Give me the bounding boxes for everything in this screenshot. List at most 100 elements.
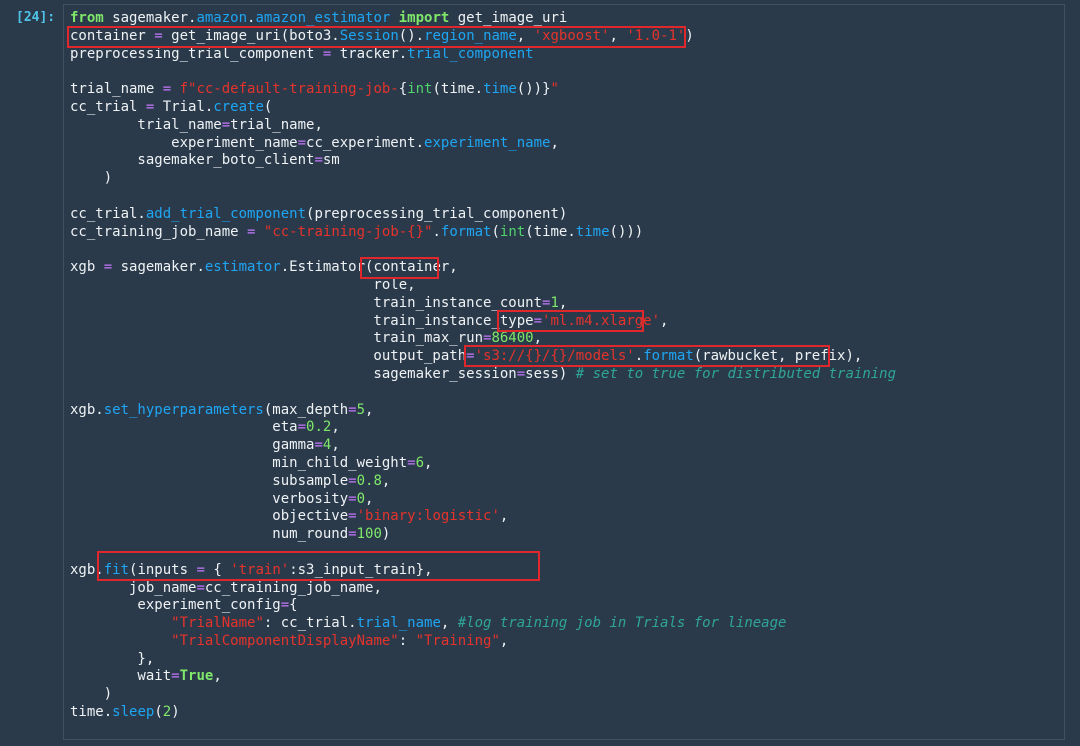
code-line: ) xyxy=(70,686,896,704)
code-token: ( xyxy=(491,223,500,240)
code-token: , xyxy=(558,294,568,311)
code-token: cc_trial xyxy=(70,98,146,115)
code-token: amazon xyxy=(196,10,248,26)
code-token: , xyxy=(365,401,374,418)
code-line: xgb.set_hyperparameters(max_depth=5, xyxy=(70,402,896,420)
notebook-page: { "cell": { "prompt": "[24]:", "lines": … xyxy=(0,0,1080,746)
code-token: int xyxy=(407,81,433,98)
code-token: , xyxy=(331,437,340,454)
code-token: time xyxy=(483,81,517,98)
code-token: = xyxy=(314,152,323,169)
code-token: #log training job in Trials for lineage xyxy=(457,615,787,632)
code-token: (time. xyxy=(432,81,484,98)
code-token: "TrialName" xyxy=(171,615,264,632)
code-token: amazon_estimator xyxy=(255,10,391,26)
code-token: , xyxy=(331,419,340,436)
code-token: ) xyxy=(70,686,113,703)
code-token: train_max_run xyxy=(70,330,484,347)
code-token: sleep xyxy=(112,704,155,721)
code-token: : cc_trial. xyxy=(263,615,357,632)
code-line: num_round=100) xyxy=(70,526,896,544)
code-token: = xyxy=(348,490,357,507)
code-token: ( xyxy=(263,98,273,115)
code-token: 86400 xyxy=(491,330,534,347)
code-token: output_path xyxy=(70,348,467,365)
code-token: sagemaker_boto_client xyxy=(70,152,315,169)
code-token: 6 xyxy=(415,454,425,471)
code-token: = xyxy=(348,401,357,418)
code-line: gamma=4, xyxy=(70,437,896,455)
code-token: from xyxy=(70,10,104,26)
code-token: num_round xyxy=(70,526,349,543)
code-line: cc_trial = Trial.create( xyxy=(70,99,896,117)
code-cell[interactable]: from sagemaker.amazon.amazon_estimator i… xyxy=(63,4,1065,740)
highlight-instance-type xyxy=(497,310,644,332)
code-token: , xyxy=(533,330,543,347)
code-token: 100 xyxy=(356,526,382,543)
code-token: objective xyxy=(70,508,349,525)
code-token: , xyxy=(499,508,509,525)
highlight-container-arg xyxy=(360,257,439,279)
code-token: ())} xyxy=(516,81,551,98)
code-line: cc_training_job_name = "cc-training-job-… xyxy=(70,224,896,242)
code-token: experiment_name xyxy=(70,134,298,151)
code-line: min_child_weight=6, xyxy=(70,455,896,473)
code-line: job_name=cc_training_job_name, xyxy=(70,580,896,598)
code-token: xgb. xyxy=(70,401,104,418)
code-token: = xyxy=(171,668,180,685)
code-token: trial_name xyxy=(356,615,441,632)
code-token: ) xyxy=(381,526,391,543)
code-token: gamma xyxy=(70,437,315,454)
code-token: format xyxy=(440,223,492,240)
code-token: "TrialComponentDisplayName" xyxy=(171,632,399,649)
code-line: preprocessing_trial_component = tracker.… xyxy=(70,46,896,64)
code-token: { xyxy=(398,81,408,98)
code-token: = xyxy=(280,597,290,614)
code-line: role, xyxy=(70,277,896,295)
code-token: time. xyxy=(70,704,113,721)
code-token: }, xyxy=(70,650,155,667)
code-line: objective='binary:logistic', xyxy=(70,508,896,526)
code-token: train_instance_count xyxy=(70,294,543,311)
code-token: 2 xyxy=(162,704,172,721)
code-token: verbosity xyxy=(70,490,349,507)
code-token: , xyxy=(365,490,374,507)
code-token: create xyxy=(213,98,264,115)
code-token: , xyxy=(550,134,559,151)
code-token: = xyxy=(103,259,113,276)
code-token: : xyxy=(398,632,416,649)
code-token: estimator xyxy=(204,259,281,276)
code-token: " xyxy=(550,81,559,98)
code-token: ())) xyxy=(609,223,644,240)
code-token: trial_name xyxy=(70,116,222,133)
code-token: 'binary:logistic' xyxy=(356,508,500,525)
code-token: ) xyxy=(171,704,180,721)
code-token: = xyxy=(516,365,526,382)
code-token: time xyxy=(575,223,610,240)
code-token: 5 xyxy=(356,401,366,418)
code-line: "TrialName": cc_trial.trial_name, #log t… xyxy=(70,615,896,633)
cell-execution-prompt: [24]: xyxy=(16,10,56,25)
code-token: (max_depth xyxy=(263,401,349,418)
code-line: experiment_config={ xyxy=(70,597,896,615)
code-token: ( xyxy=(154,704,163,721)
code-line: trial_name=trial_name, xyxy=(70,117,896,135)
code-token: = xyxy=(314,437,323,454)
code-token: , xyxy=(381,472,391,489)
code-line: "TrialComponentDisplayName": "Training", xyxy=(70,633,896,651)
code-token: eta xyxy=(70,419,298,436)
code-token: = xyxy=(162,81,172,98)
code-token: = xyxy=(348,472,357,489)
code-token: = xyxy=(221,116,231,133)
code-token: trial_name, xyxy=(230,116,323,133)
code-token: cc_experiment. xyxy=(306,134,425,151)
code-token: # set to true for distributed training xyxy=(575,365,897,382)
code-line: subsample=0.8, xyxy=(70,473,896,491)
code-token: import xyxy=(398,10,450,26)
code-token: int xyxy=(499,223,526,240)
